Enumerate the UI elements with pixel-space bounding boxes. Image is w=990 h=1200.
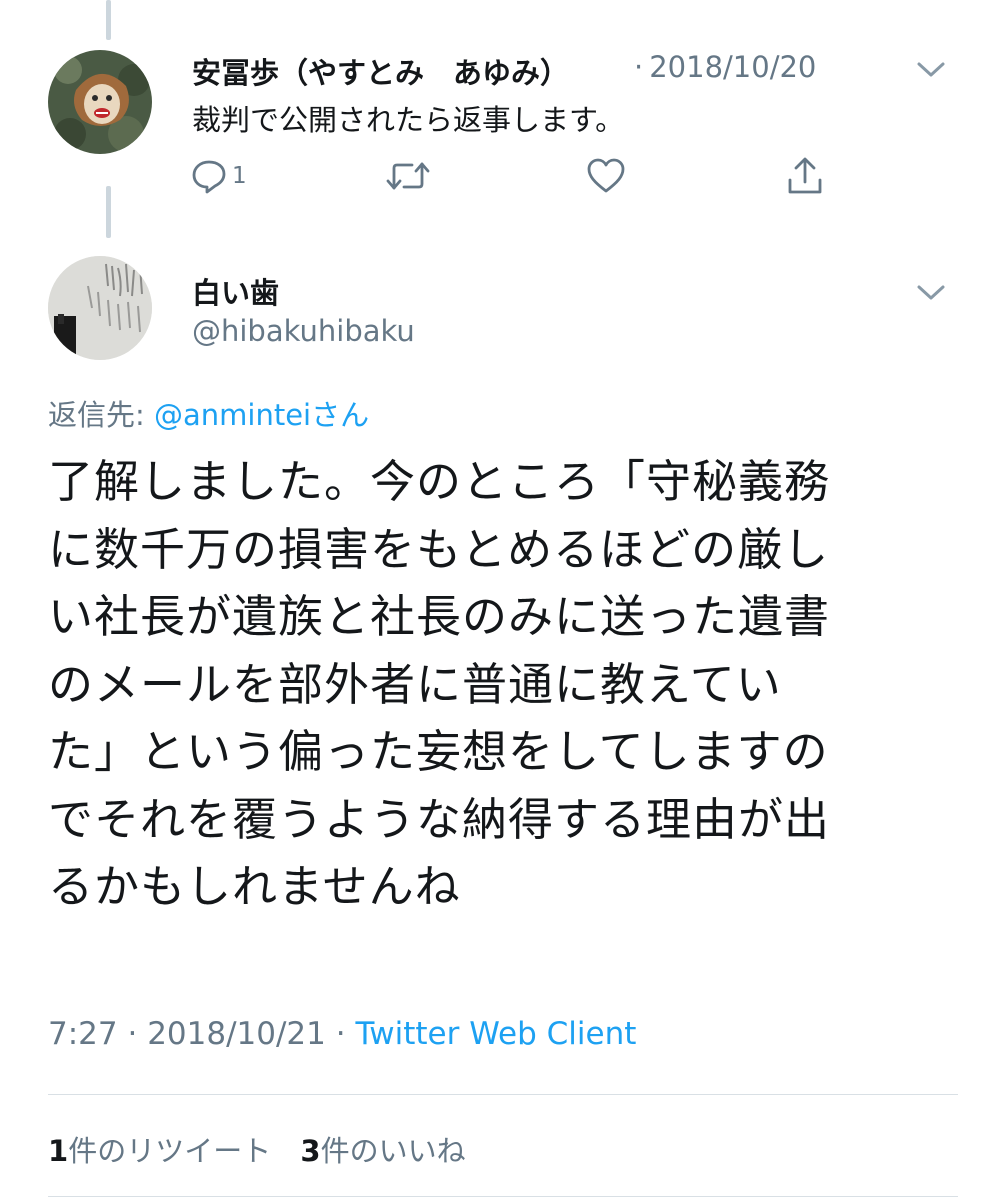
tweet-stats: 1件のリツイート 3件のいいね — [48, 1128, 466, 1170]
tweet-text: 裁判で公開されたら返事します。 — [192, 103, 625, 137]
retweet-label: 件のリツイート — [68, 1134, 272, 1168]
replying-to-suffix: さん — [311, 398, 370, 432]
like-stat[interactable]: 3件のいいね — [300, 1134, 465, 1168]
tweet-text-line: のメールを部外者に普通に教えてい — [48, 657, 782, 711]
replying-to-prefix: 返信先: — [48, 398, 154, 432]
retweet-icon — [386, 162, 430, 190]
meta-separator: · — [335, 1016, 346, 1052]
tweet-time[interactable]: 7:27 — [48, 1016, 118, 1052]
thread-line-middle — [106, 186, 111, 238]
replying-to-handle[interactable]: @anmintei — [154, 398, 311, 432]
tweet-timestamp: 7:27 · 2018/10/21 · Twitter Web Client — [48, 1016, 636, 1052]
retweet-count: 1 — [48, 1134, 69, 1168]
display-name[interactable]: 安冨歩（やすとみ あゆみ） — [192, 50, 569, 92]
replying-to: 返信先: @anminteiさん — [48, 392, 369, 434]
tweet-text-line: でそれを覆うような納得する理由が出 — [48, 792, 831, 846]
like-icon — [587, 158, 625, 193]
tweet-client-link[interactable]: Twitter Web Client — [355, 1016, 636, 1052]
reply-button[interactable]: 1 — [190, 154, 247, 198]
divider — [48, 1094, 958, 1095]
handle[interactable]: @hibakuhibaku — [192, 314, 415, 348]
tweet-text-line: 了解しました。今のところ「守秘義務 — [48, 455, 831, 508]
tweet-text-line: い社長が遺族と社長のみに送った遺書 — [48, 590, 831, 643]
share-icon — [788, 157, 822, 194]
divider — [48, 1196, 958, 1197]
retweet-button[interactable] — [386, 154, 430, 198]
meta-separator: · — [127, 1016, 138, 1052]
like-count: 3 — [300, 1134, 321, 1168]
chevron-down-icon[interactable] — [914, 280, 948, 304]
tweet-text-line: るかもしれませんね — [48, 860, 461, 913]
tweet-text-line: た」という偏った妄想をしてしますの — [48, 725, 829, 778]
chevron-down-icon[interactable] — [914, 57, 948, 81]
like-label: 件のいいね — [320, 1134, 466, 1168]
share-button[interactable] — [786, 154, 824, 198]
tweet-date[interactable]: 2018/10/20 — [649, 50, 816, 84]
tweet-text-line: に数千万の損害をもとめるほどの厳し — [48, 522, 830, 576]
reply-count: 1 — [232, 163, 247, 189]
like-button[interactable] — [586, 154, 626, 198]
meta-separator: · — [634, 50, 644, 84]
avatar[interactable] — [48, 256, 152, 360]
reply-icon — [192, 160, 226, 194]
tweet-meta: · 2018/10/20 — [634, 50, 816, 84]
tweet-text: 了解しました。今のところ「守秘義務 に数千万の損害をもとめるほどの厳し い社長が… — [48, 448, 968, 921]
thread-line-top — [106, 0, 111, 40]
retweet-stat[interactable]: 1件のリツイート — [48, 1134, 271, 1168]
avatar[interactable] — [48, 50, 152, 154]
display-name[interactable]: 白い歯 — [192, 270, 279, 312]
tweet-date[interactable]: 2018/10/21 — [147, 1016, 326, 1052]
